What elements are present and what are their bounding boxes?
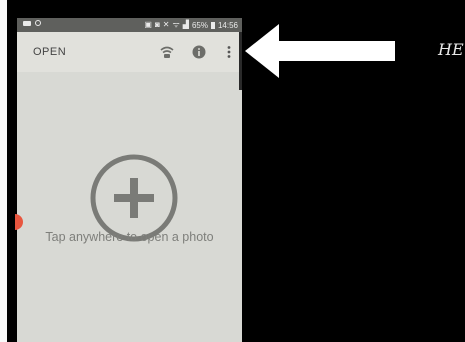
info-button[interactable] bbox=[191, 44, 207, 60]
mute-icon: ✕ bbox=[162, 20, 170, 29]
wifi-camera-icon bbox=[160, 46, 174, 58]
sync-icon bbox=[35, 20, 41, 26]
status-time: 14:56 bbox=[217, 20, 238, 30]
more-vert-icon bbox=[227, 46, 231, 58]
brand-logo: HE bbox=[438, 40, 464, 59]
phone-screen: ▣ ◙ ✕ ᯤ ▟ 65% 14:56 OPEN Tap anywhere to… bbox=[17, 18, 242, 342]
signal-icon: ▟ bbox=[182, 20, 189, 29]
message-icon bbox=[23, 20, 31, 26]
sim-icon: ▣ bbox=[144, 20, 152, 29]
wifi-icon: ᯤ bbox=[172, 20, 180, 29]
info-icon bbox=[192, 45, 206, 59]
wifi-camera-button[interactable] bbox=[159, 44, 175, 60]
phone-edge-shadow bbox=[239, 32, 242, 90]
more-options-button[interactable] bbox=[221, 44, 237, 60]
app-bar: OPEN bbox=[17, 32, 242, 72]
status-right-icons: ▣ ◙ ✕ ᯤ ▟ 65% 14:56 bbox=[144, 20, 238, 30]
add-circle-icon bbox=[90, 154, 178, 242]
left-edge-bar bbox=[0, 0, 7, 342]
nfc-icon: ◙ bbox=[154, 20, 160, 29]
open-photo-area[interactable]: Tap anywhere to open a photo bbox=[17, 72, 242, 342]
battery-percent: 65% bbox=[191, 20, 208, 30]
battery-icon bbox=[210, 21, 215, 29]
open-photo-hint: Tap anywhere to open a photo bbox=[45, 230, 214, 244]
screenshot-stage: ▣ ◙ ✕ ᯤ ▟ 65% 14:56 OPEN Tap anywhere to… bbox=[0, 0, 465, 342]
arrow-left-icon bbox=[245, 24, 395, 78]
open-button[interactable]: OPEN bbox=[33, 46, 66, 58]
status-bar: ▣ ◙ ✕ ᯤ ▟ 65% 14:56 bbox=[17, 18, 242, 32]
status-left-icons bbox=[23, 20, 41, 26]
